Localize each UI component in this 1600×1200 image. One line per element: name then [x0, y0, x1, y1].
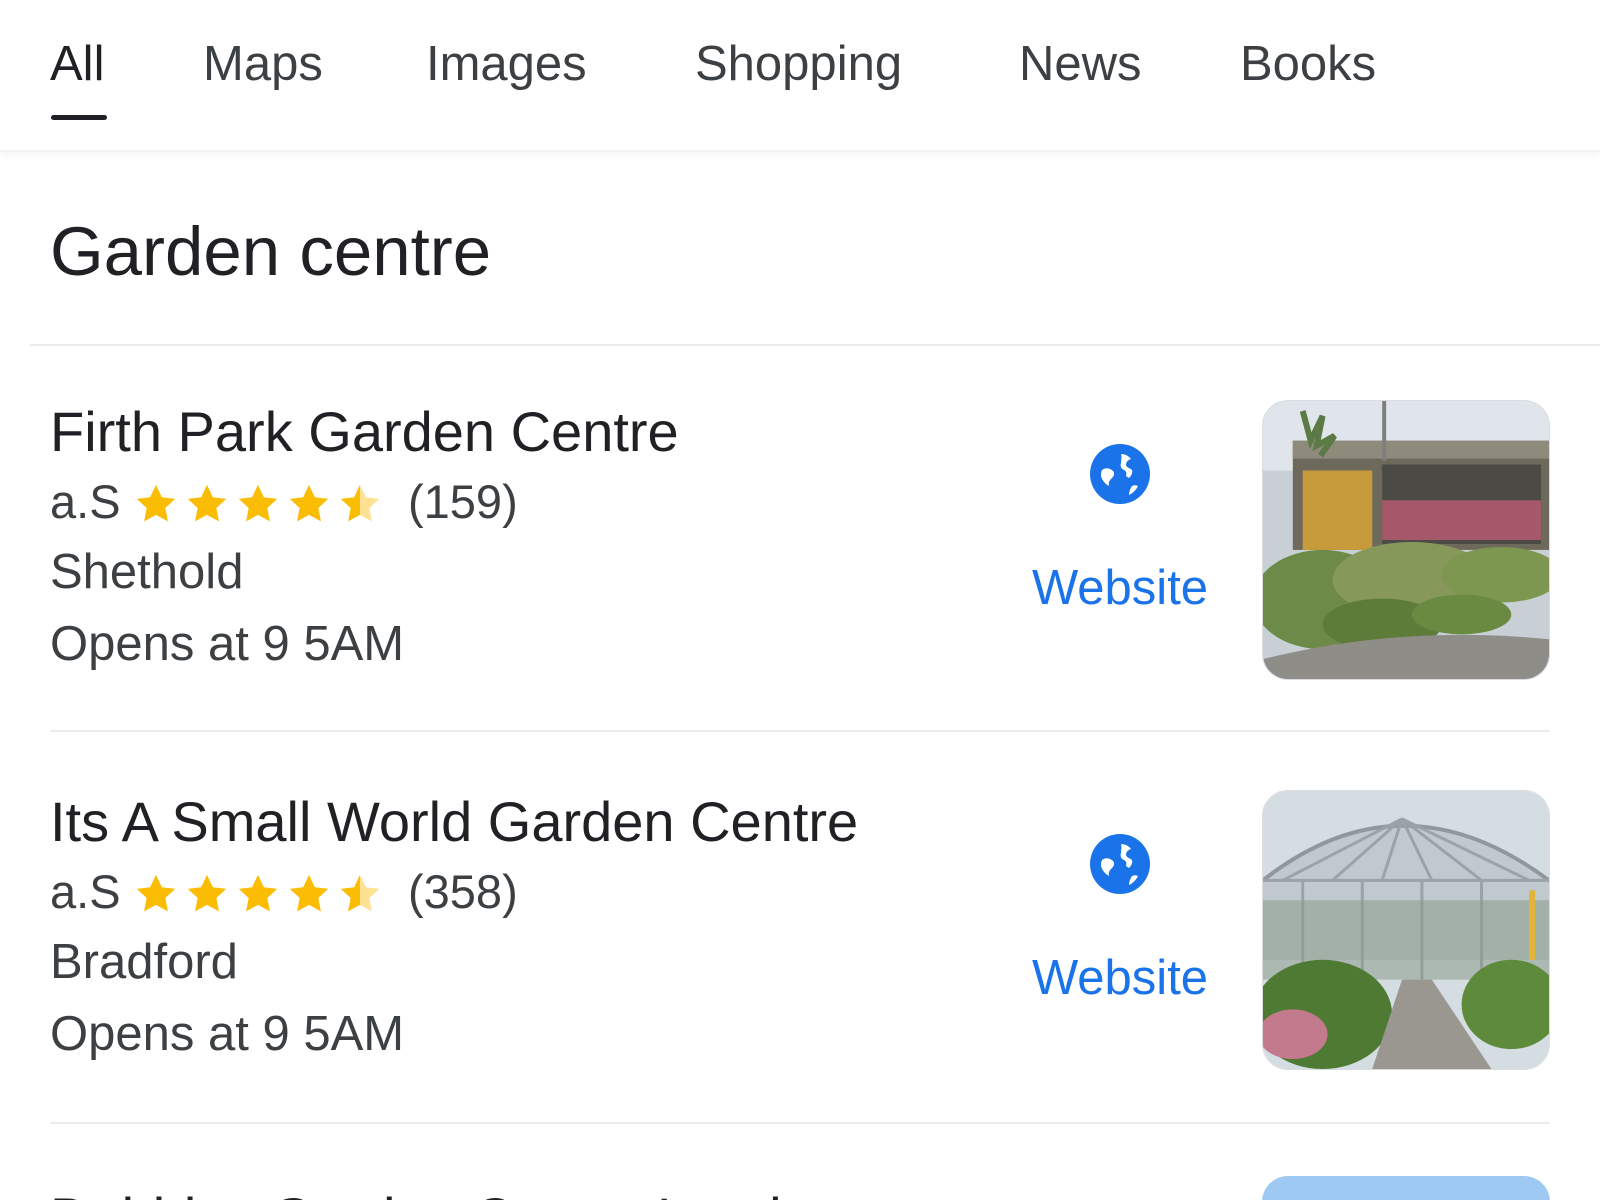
section-divider [30, 344, 1600, 346]
place-result[interactable]: Its A Small World Garden Centre a.S (358… [0, 790, 1600, 1100]
search-results-page: All Maps Images Shopping News Books Gard… [0, 0, 1600, 1200]
place-location: Bradford [50, 935, 238, 989]
website-button[interactable]: Website [1020, 442, 1220, 622]
star-icon [238, 874, 278, 912]
tab-shopping[interactable]: Shopping [695, 34, 902, 94]
place-result[interactable]: Firth Park Garden Centre a.S (159) Sheth… [0, 400, 1600, 710]
result-divider [50, 730, 1550, 732]
star-icon [187, 484, 227, 522]
review-count: (159) [408, 475, 518, 528]
website-label: Website [1031, 951, 1209, 1005]
result-divider [50, 1122, 1550, 1124]
place-photo[interactable] [1262, 1176, 1550, 1200]
tab-maps[interactable]: Maps [203, 34, 323, 94]
place-name[interactable]: Its A Small World Garden Centre [50, 790, 858, 854]
star-icon [136, 874, 176, 912]
star-icon [289, 874, 329, 912]
tab-images[interactable]: Images [426, 34, 587, 94]
star-rating [136, 484, 380, 522]
place-name[interactable]: Dobbies Garden Centre Leeds [50, 1186, 810, 1200]
rating-value: a.S [50, 865, 121, 918]
star-icon [289, 484, 329, 522]
tab-books[interactable]: Books [1240, 34, 1376, 94]
website-label: Website [1031, 561, 1209, 615]
opening-hours: Opens at 9 5AM [50, 1007, 405, 1061]
place-name[interactable]: Firth Park Garden Centre [50, 400, 679, 464]
place-location: Shethold [50, 545, 244, 599]
garden-centre-photo [1263, 401, 1549, 679]
greenhouse-photo [1263, 791, 1549, 1069]
half-star-icon [340, 874, 380, 912]
star-icon [187, 874, 227, 912]
active-tab-indicator [51, 115, 107, 120]
website-button[interactable]: Website [1020, 832, 1220, 1012]
globe-icon [1090, 444, 1150, 504]
star-icon [238, 484, 278, 522]
place-result-partial[interactable]: Dobbies Garden Centre Leeds [50, 1168, 1150, 1200]
place-photo[interactable] [1262, 790, 1550, 1070]
star-icon [136, 484, 176, 522]
rating-value: a.S [50, 475, 121, 528]
star-rating [136, 874, 380, 912]
place-photo[interactable] [1262, 400, 1550, 680]
review-count: (358) [408, 865, 518, 918]
search-tabs: All Maps Images Shopping News Books [0, 0, 1600, 152]
section-title: Garden centre [50, 213, 492, 290]
half-star-icon [340, 484, 380, 522]
opening-hours: Opens at 9 5AM [50, 617, 405, 671]
globe-icon [1090, 834, 1150, 894]
tab-news[interactable]: News [1019, 34, 1142, 94]
tab-all[interactable]: All [50, 34, 104, 94]
